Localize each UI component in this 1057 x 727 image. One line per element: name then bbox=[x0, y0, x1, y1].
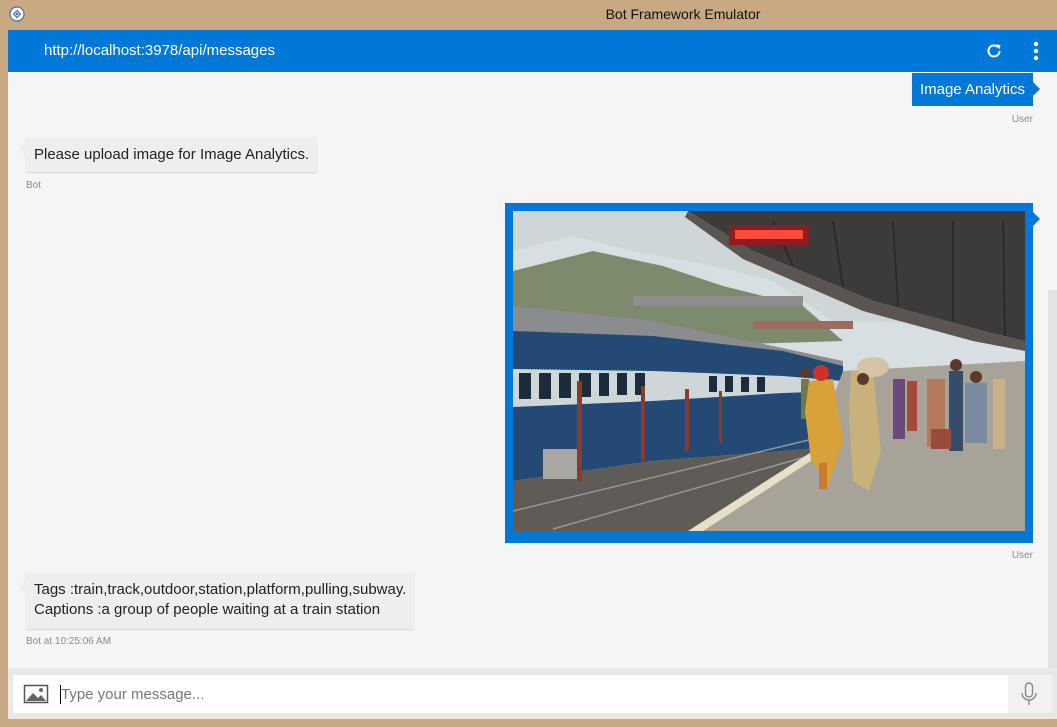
bubble-tail bbox=[1033, 82, 1040, 96]
bubble-tail bbox=[19, 142, 26, 156]
user-message-bubble: Image Analytics bbox=[911, 73, 1033, 106]
image-upload-icon[interactable] bbox=[23, 682, 49, 706]
window-title: Bot Framework Emulator bbox=[605, 6, 761, 22]
bubble-tail bbox=[1033, 212, 1040, 226]
emulator-client: http://localhost:3978/api/messages Image… bbox=[8, 30, 1057, 719]
message-composer bbox=[8, 668, 1057, 719]
message-sender: Bot bbox=[26, 180, 42, 191]
chat-history[interactable]: Image Analytics User Please upload image… bbox=[8, 72, 1057, 668]
chat-scrollbar[interactable] bbox=[1048, 290, 1057, 668]
message-timestamp: Bot at 10:25:06 AM bbox=[26, 636, 112, 647]
microphone-button[interactable] bbox=[1008, 675, 1052, 713]
address-bar: http://localhost:3978/api/messages bbox=[8, 30, 1057, 72]
message-input-container bbox=[13, 675, 1052, 713]
user-message-text: Image Analytics bbox=[919, 81, 1025, 98]
bot-message-text: Please upload image for Image Analytics. bbox=[34, 146, 310, 163]
bot-captions-line: Captions :a group of people waiting at a… bbox=[34, 601, 381, 618]
microphone-icon bbox=[1021, 682, 1037, 705]
endpoint-url[interactable]: http://localhost:3978/api/messages bbox=[44, 42, 275, 59]
bubble-tail bbox=[19, 580, 26, 594]
train-station-photo[interactable] bbox=[513, 211, 1025, 531]
bot-message-bubble: Tags :train,track,outdoor,station,platfo… bbox=[26, 573, 415, 629]
message-input[interactable] bbox=[61, 679, 991, 709]
message-sender: User bbox=[1011, 550, 1033, 561]
message-sender: User bbox=[1011, 114, 1033, 125]
bot-message-bubble: Please upload image for Image Analytics. bbox=[26, 137, 318, 172]
window-titlebar: Bot Framework Emulator bbox=[0, 0, 1057, 30]
train-station-photo-art bbox=[513, 211, 1025, 531]
refresh-icon[interactable] bbox=[983, 40, 1005, 62]
bot-tags-line: Tags :train,track,outdoor,station,platfo… bbox=[34, 581, 407, 598]
more-vertical-icon[interactable] bbox=[1026, 40, 1046, 62]
user-image-attachment[interactable] bbox=[505, 203, 1033, 543]
